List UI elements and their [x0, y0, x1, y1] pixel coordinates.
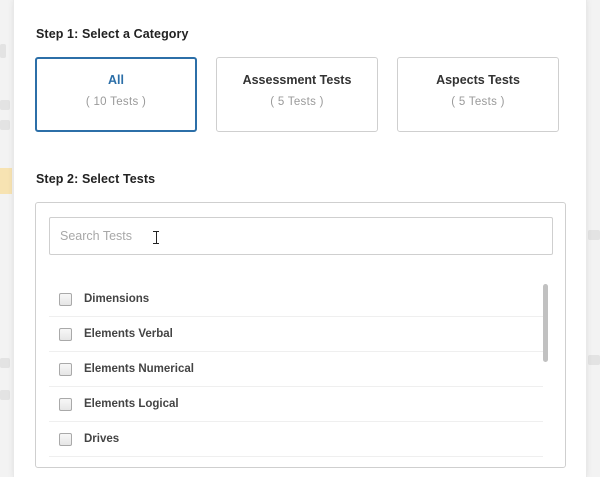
background-fragment — [0, 120, 10, 130]
category-card-assessment-tests[interactable]: Assessment Tests ( 5 Tests ) — [216, 57, 378, 132]
category-test-count: ( 5 Tests ) — [451, 96, 505, 108]
background-fragment — [0, 100, 10, 110]
category-name: Assessment Tests — [242, 73, 352, 87]
search-tests-input[interactable] — [49, 217, 553, 255]
background-fragment — [0, 358, 10, 368]
category-card-aspects-tests[interactable]: Aspects Tests ( 5 Tests ) — [397, 57, 559, 132]
tests-panel: Dimensions Elements Verbal Elements Nume… — [35, 202, 566, 468]
background-fragment — [0, 44, 6, 58]
test-checkbox[interactable] — [59, 327, 72, 341]
test-checkbox[interactable] — [59, 432, 72, 446]
test-item-drives[interactable]: Drives — [49, 422, 543, 457]
select-tests-modal: Step 1: Select a Category All ( 10 Tests… — [13, 0, 587, 477]
test-label: Elements Numerical — [84, 363, 194, 375]
background-fragment — [588, 230, 600, 240]
category-card-all[interactable]: All ( 10 Tests ) — [35, 57, 197, 132]
test-item-elements-numerical[interactable]: Elements Numerical — [49, 352, 543, 387]
background-fragment — [0, 168, 12, 194]
test-label: Dimensions — [84, 293, 150, 305]
category-test-count: ( 5 Tests ) — [270, 96, 324, 108]
step2-title: Step 2: Select Tests — [36, 172, 156, 186]
test-list-scrollbar[interactable] — [543, 284, 548, 362]
text-cursor-icon — [153, 231, 159, 244]
test-list: Dimensions Elements Verbal Elements Nume… — [49, 282, 543, 462]
test-label: Elements Logical — [84, 398, 179, 410]
test-item-dimensions[interactable]: Dimensions — [49, 282, 543, 317]
test-checkbox[interactable] — [59, 292, 72, 306]
test-label: Elements Verbal — [84, 328, 173, 340]
background-fragment — [0, 390, 10, 400]
test-label: Drives — [84, 433, 120, 445]
test-item-elements-logical[interactable]: Elements Logical — [49, 387, 543, 422]
test-item-elements-verbal[interactable]: Elements Verbal — [49, 317, 543, 352]
test-checkbox[interactable] — [59, 397, 72, 411]
category-name: All — [108, 73, 124, 87]
category-name: Aspects Tests — [436, 73, 520, 87]
background-fragment — [588, 355, 600, 365]
test-checkbox[interactable] — [59, 362, 72, 376]
category-test-count: ( 10 Tests ) — [85, 96, 147, 108]
step1-title: Step 1: Select a Category — [36, 27, 189, 41]
